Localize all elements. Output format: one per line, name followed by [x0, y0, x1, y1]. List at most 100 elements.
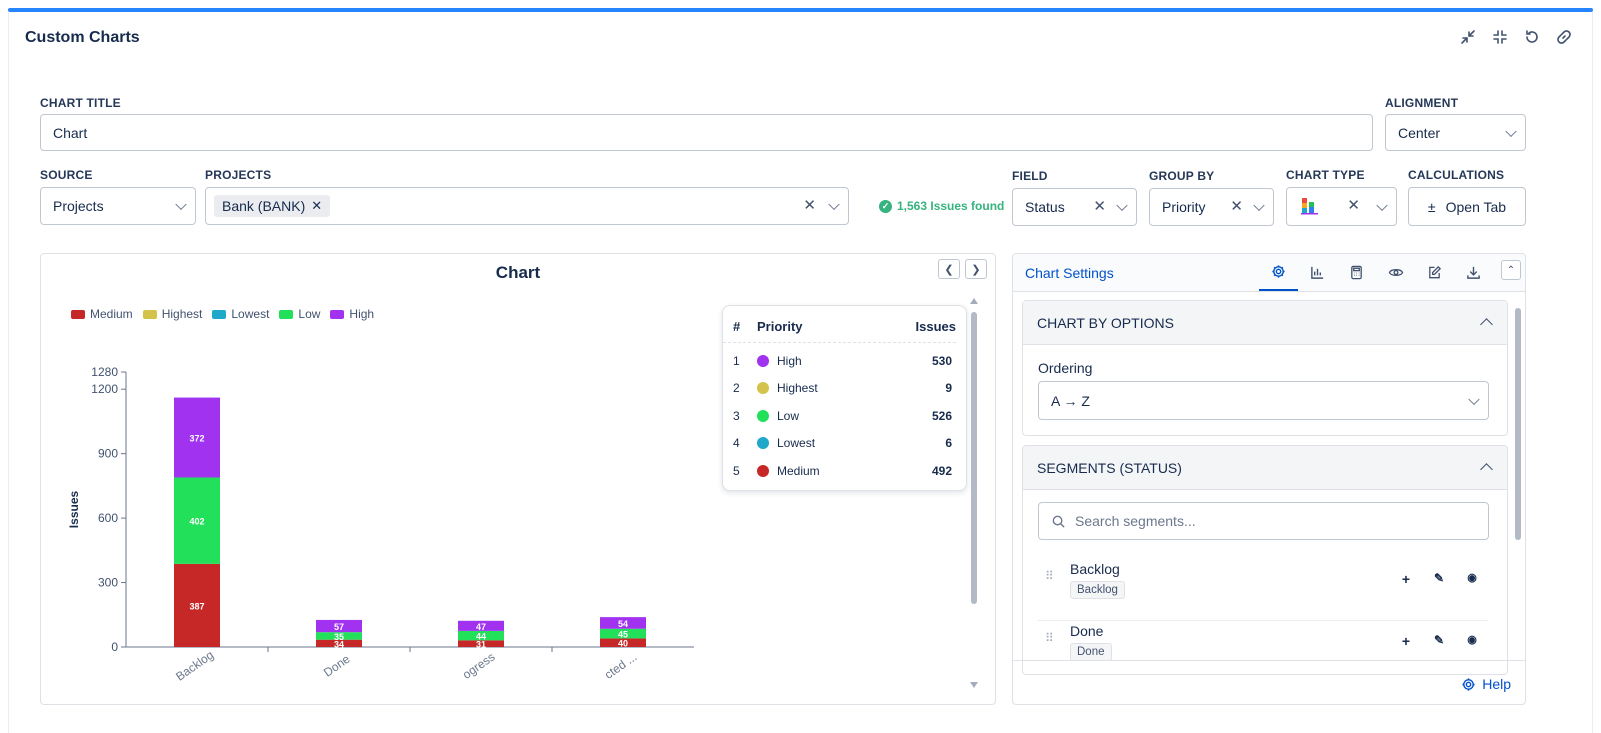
- priority-name: Lowest: [777, 436, 816, 451]
- y-tick-label: 1200: [91, 382, 118, 396]
- drag-handle-icon[interactable]: ⠿: [1045, 632, 1054, 644]
- segment-actions: + ✎ ◉: [1399, 633, 1479, 649]
- legend-label: Low: [298, 307, 321, 321]
- scroll-up-arrow[interactable]: [970, 298, 978, 304]
- gear-icon: [1272, 265, 1285, 278]
- row-number: 3: [733, 408, 740, 423]
- y-tick-label: 1280: [91, 365, 118, 379]
- chart-by-options-header[interactable]: CHART BY OPTIONS: [1023, 301, 1507, 345]
- legend-item[interactable]: Lowest: [212, 307, 269, 321]
- bar-value-label: 40: [618, 639, 628, 649]
- field-select[interactable]: Status ✕: [1012, 188, 1137, 226]
- segment-name: Backlog: [1070, 561, 1120, 577]
- search-placeholder: Search segments...: [1075, 513, 1196, 529]
- chevron-down-icon: [1505, 125, 1517, 137]
- search-segments-input[interactable]: Search segments...: [1038, 502, 1489, 540]
- chart-scrollbar[interactable]: [970, 298, 978, 688]
- legend-swatch: [279, 309, 294, 319]
- clear-icon[interactable]: ✕: [1093, 197, 1106, 215]
- alignment-select[interactable]: Center: [1385, 114, 1526, 151]
- priority-name: High: [777, 353, 802, 368]
- download-icon: [1467, 266, 1480, 279]
- clear-icon[interactable]: ✕: [1347, 196, 1360, 214]
- add-icon[interactable]: +: [1399, 571, 1413, 587]
- y-tick-label: 0: [111, 640, 118, 654]
- tab-download[interactable]: [1454, 254, 1493, 291]
- tab-edit[interactable]: [1415, 254, 1454, 291]
- chevron-up-icon: [1480, 318, 1493, 331]
- project-chip-label: Bank (BANK): [222, 198, 306, 214]
- column-header-issues: Issues: [915, 319, 956, 334]
- pencil-icon[interactable]: ✎: [1432, 633, 1446, 649]
- tab-visibility[interactable]: [1376, 254, 1415, 291]
- segments-header[interactable]: SEGMENTS (STATUS): [1023, 446, 1507, 490]
- eye-icon[interactable]: ◉: [1465, 571, 1479, 587]
- row-issues: 526: [931, 408, 952, 423]
- prev-button[interactable]: ❮: [938, 259, 960, 279]
- bar-value-label: 45: [618, 630, 628, 640]
- open-tab-button[interactable]: ± Open Tab: [1408, 187, 1526, 226]
- scroll-down-arrow[interactable]: [970, 682, 978, 688]
- link-icon[interactable]: [1555, 28, 1573, 46]
- source-select[interactable]: Projects: [40, 187, 196, 225]
- pencil-icon[interactable]: ✎: [1432, 571, 1446, 587]
- table-row: 1 High 530: [723, 347, 966, 375]
- chevron-down-icon: [1253, 199, 1265, 212]
- table-row: 3 Low 526: [723, 402, 966, 430]
- y-tick-label: 300: [98, 576, 118, 590]
- source-label: SOURCE: [40, 168, 93, 182]
- bar-value-label: 57: [334, 622, 344, 632]
- column-header-priority: Priority: [757, 319, 803, 334]
- projects-select[interactable]: Bank (BANK) ✕ ✕: [205, 187, 849, 225]
- help-link[interactable]: Help: [1461, 676, 1511, 692]
- legend-item[interactable]: Medium: [71, 307, 133, 321]
- tab-general-settings[interactable]: [1259, 254, 1298, 291]
- ordering-select[interactable]: A → Z: [1038, 381, 1489, 420]
- table-row: 4 Lowest 6: [723, 430, 966, 458]
- minimize-icon[interactable]: [1459, 28, 1477, 46]
- scroll-thumb[interactable]: [1515, 308, 1521, 540]
- row-issues: 492: [931, 463, 952, 478]
- chart-title-input[interactable]: Chart: [40, 114, 1373, 151]
- row-priority: High: [757, 354, 902, 368]
- eye-icon[interactable]: ◉: [1465, 633, 1479, 649]
- chart-title-value: Chart: [53, 124, 88, 141]
- groupby-value: Priority: [1162, 199, 1206, 215]
- legend-item[interactable]: Highest: [142, 307, 202, 321]
- chevron-down-icon: [175, 198, 187, 211]
- bar-value-label: 372: [189, 434, 204, 444]
- legend-item[interactable]: High: [330, 307, 374, 321]
- groupby-select[interactable]: Priority ✕: [1149, 188, 1274, 226]
- eye-icon: [1388, 269, 1403, 276]
- row-priority: Highest: [757, 381, 902, 395]
- settings-scrollbar[interactable]: [1514, 294, 1522, 656]
- collapse-panel-button[interactable]: ⌃: [1501, 260, 1521, 280]
- drag-handle-icon[interactable]: ⠿: [1045, 570, 1054, 582]
- chevron-down-icon: [1468, 393, 1480, 405]
- next-button[interactable]: ❯: [965, 259, 987, 279]
- clear-icon[interactable]: ✕: [1230, 197, 1243, 215]
- row-number: 5: [733, 463, 740, 478]
- clear-icon[interactable]: ✕: [803, 196, 816, 214]
- reset-icon[interactable]: [1523, 28, 1541, 46]
- tab-chart-style[interactable]: [1298, 254, 1337, 291]
- collapse-icon[interactable]: [1491, 28, 1509, 46]
- field-value: Status: [1025, 199, 1065, 215]
- x-tick-label: Backlog: [173, 648, 216, 684]
- table-row: 2 Highest 9: [723, 375, 966, 403]
- legend-label: Medium: [90, 307, 133, 321]
- calculations-label: CALCULATIONS: [1408, 168, 1505, 182]
- settings-tabs: [1259, 254, 1493, 291]
- chevron-down-icon: [1376, 199, 1388, 211]
- legend-item[interactable]: Low: [279, 307, 320, 321]
- table-row: 5 Medium 492: [723, 457, 966, 485]
- tab-calculator[interactable]: [1337, 254, 1376, 291]
- scroll-thumb[interactable]: [971, 312, 977, 604]
- chevron-up-icon: ⌃: [1506, 264, 1516, 276]
- add-icon[interactable]: +: [1399, 633, 1413, 649]
- charttype-select[interactable]: ✕: [1286, 187, 1397, 226]
- table-header: # Priority Issues: [723, 306, 956, 343]
- segment-tag: Done: [1070, 643, 1112, 661]
- chip-remove-icon[interactable]: ✕: [311, 198, 322, 214]
- priority-dot: [757, 409, 769, 422]
